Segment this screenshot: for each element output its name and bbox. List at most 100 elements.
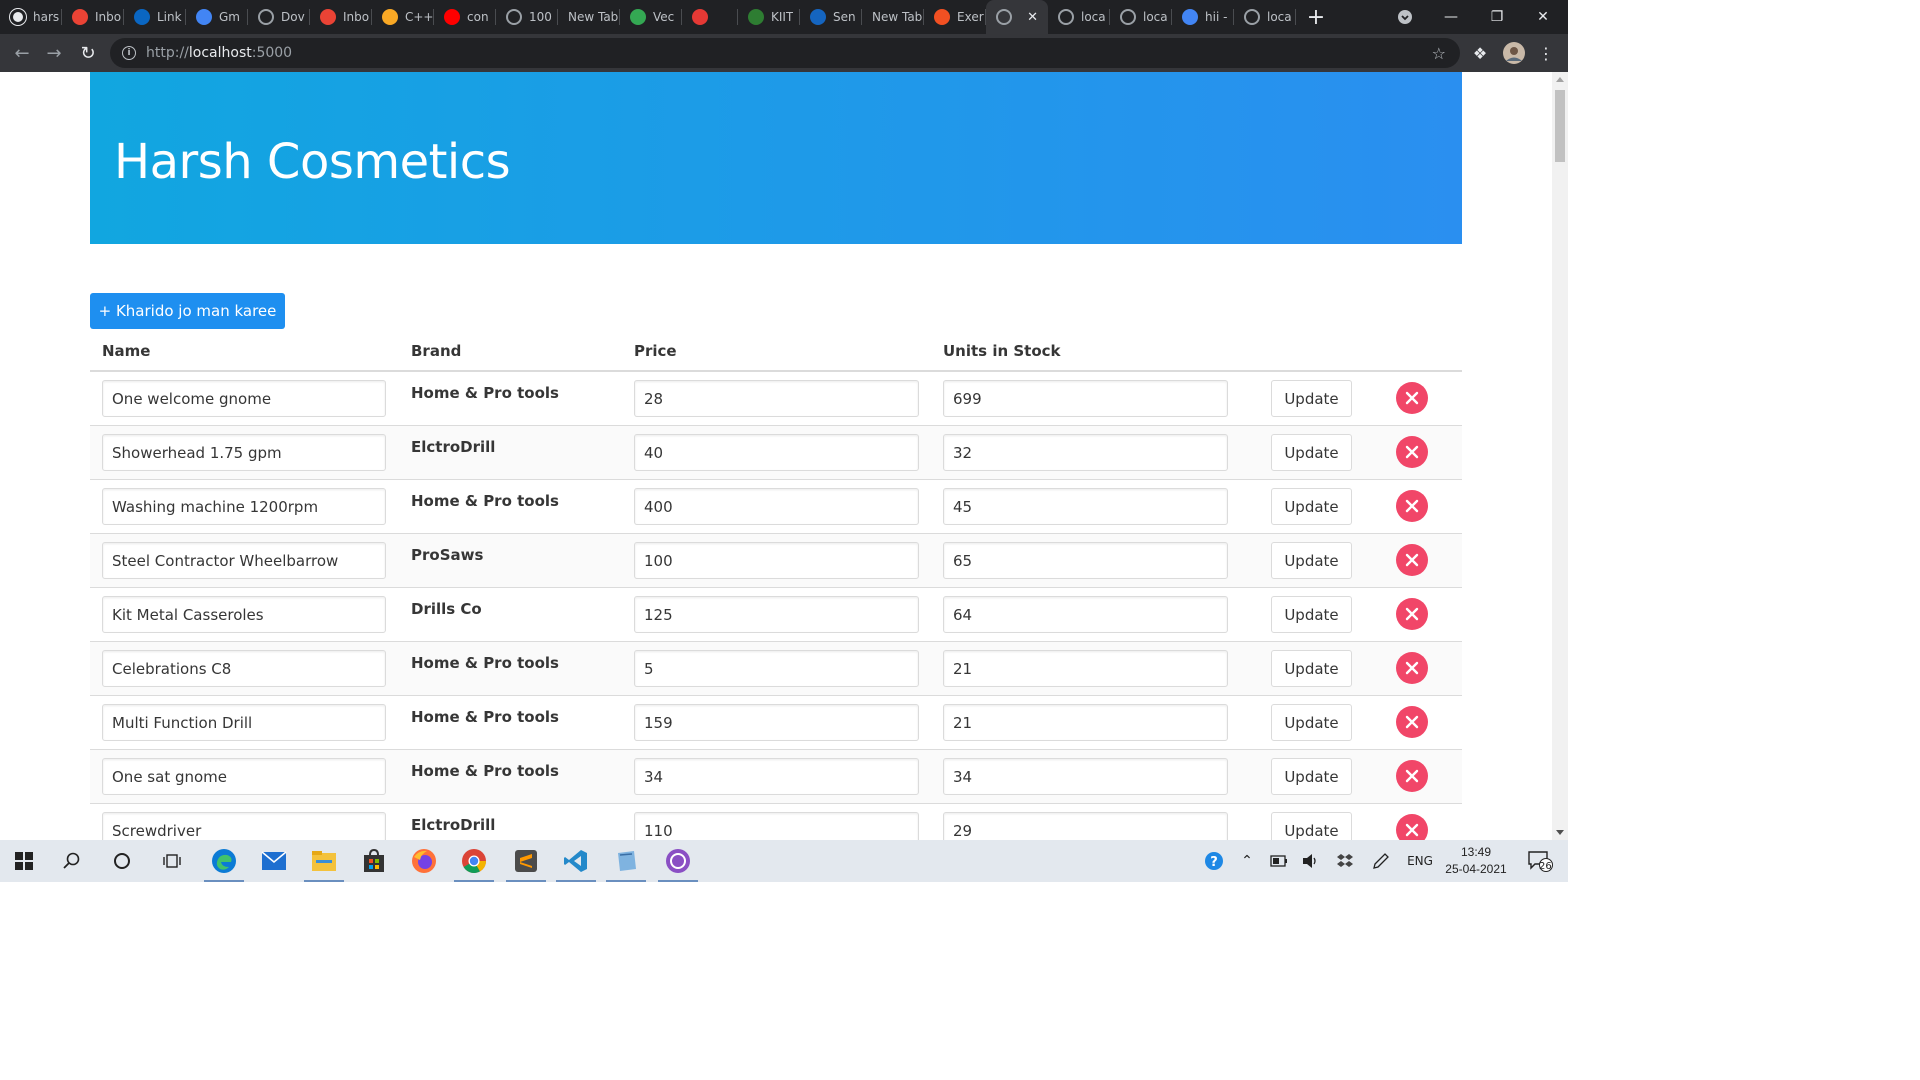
- edge-icon[interactable]: [200, 840, 248, 882]
- update-button[interactable]: Update: [1271, 542, 1352, 579]
- extensions-icon[interactable]: ❖: [1466, 34, 1494, 72]
- browser-tab[interactable]: hars: [0, 0, 62, 34]
- update-button[interactable]: Update: [1271, 812, 1352, 840]
- product-price-input[interactable]: [634, 650, 919, 687]
- site-info-icon[interactable]: i: [122, 46, 136, 60]
- delete-button[interactable]: [1396, 706, 1428, 738]
- product-price-input[interactable]: [634, 596, 919, 633]
- browser-tab[interactable]: New Tab: [862, 0, 924, 34]
- cortana-icon[interactable]: [98, 840, 146, 882]
- product-stock-input[interactable]: [943, 434, 1228, 471]
- dropbox-icon[interactable]: [1332, 840, 1358, 882]
- firefox-icon[interactable]: [400, 840, 448, 882]
- browser-tab[interactable]: KIIT: [738, 0, 800, 34]
- product-stock-input[interactable]: [943, 596, 1228, 633]
- sublime-icon[interactable]: [502, 840, 550, 882]
- browser-tab[interactable]: loca: [1110, 0, 1172, 34]
- product-stock-input[interactable]: [943, 650, 1228, 687]
- minimize-icon[interactable]: —: [1428, 0, 1474, 34]
- browser-menu-icon[interactable]: ⋮: [1532, 34, 1560, 72]
- language-indicator[interactable]: ENG: [1402, 840, 1438, 882]
- browser-tab[interactable]: loca: [1234, 0, 1296, 34]
- vscode-icon[interactable]: [552, 840, 600, 882]
- close-tab-icon[interactable]: ✕: [1027, 10, 1038, 25]
- windows-start-icon[interactable]: [0, 840, 48, 882]
- battery-icon[interactable]: [1266, 840, 1292, 882]
- system-clock[interactable]: 13:49 25-04-2021: [1440, 844, 1512, 878]
- scrollbar-thumb[interactable]: [1555, 90, 1565, 162]
- browser-tab[interactable]: Inbo: [310, 0, 372, 34]
- profile-avatar[interactable]: [1500, 34, 1528, 72]
- browser-tab[interactable]: 100: [496, 0, 558, 34]
- task-view-icon[interactable]: [148, 840, 196, 882]
- help-tray-icon[interactable]: ?: [1200, 840, 1228, 882]
- scroll-down-icon[interactable]: [1556, 830, 1564, 835]
- browser-tab[interactable]: con: [434, 0, 496, 34]
- mail-icon[interactable]: [250, 840, 298, 882]
- product-stock-input[interactable]: [943, 758, 1228, 795]
- product-price-input[interactable]: [634, 812, 919, 840]
- browser-tab[interactable]: Gm: [186, 0, 248, 34]
- product-price-input[interactable]: [634, 434, 919, 471]
- browser-tab[interactable]: [682, 0, 738, 34]
- notification-center-icon[interactable]: 26: [1520, 840, 1560, 882]
- scroll-up-icon[interactable]: [1556, 77, 1564, 82]
- product-name-input[interactable]: [102, 704, 386, 741]
- browser-tab[interactable]: loca: [1048, 0, 1110, 34]
- update-button[interactable]: Update: [1271, 380, 1352, 417]
- browser-tab[interactable]: Vec: [620, 0, 682, 34]
- close-window-icon[interactable]: ✕: [1520, 0, 1566, 34]
- browser-tab[interactable]: New Tab: [558, 0, 620, 34]
- product-price-input[interactable]: [634, 542, 919, 579]
- product-name-input[interactable]: [102, 488, 386, 525]
- product-stock-input[interactable]: [943, 542, 1228, 579]
- product-price-input[interactable]: [634, 758, 919, 795]
- volume-icon[interactable]: [1298, 840, 1324, 882]
- page-scrollbar[interactable]: [1552, 72, 1568, 840]
- store-icon[interactable]: [350, 840, 398, 882]
- product-name-input[interactable]: [102, 596, 386, 633]
- browser-tab[interactable]: ✕: [986, 0, 1048, 34]
- product-price-input[interactable]: [634, 488, 919, 525]
- update-button[interactable]: Update: [1271, 704, 1352, 741]
- update-button[interactable]: Update: [1271, 488, 1352, 525]
- github-desktop-icon[interactable]: [654, 840, 702, 882]
- delete-button[interactable]: [1396, 490, 1428, 522]
- product-stock-input[interactable]: [943, 704, 1228, 741]
- show-hidden-icons-icon[interactable]: ⌃: [1236, 840, 1258, 882]
- product-name-input[interactable]: [102, 812, 386, 840]
- back-icon[interactable]: ←: [6, 37, 38, 69]
- pen-workspace-icon[interactable]: [1368, 840, 1394, 882]
- new-tab-icon[interactable]: +: [1296, 0, 1336, 34]
- delete-button[interactable]: [1396, 382, 1428, 414]
- product-price-input[interactable]: [634, 704, 919, 741]
- browser-tab[interactable]: C++: [372, 0, 434, 34]
- forward-icon[interactable]: →: [38, 37, 70, 69]
- reload-icon[interactable]: ↻: [72, 37, 104, 69]
- browser-tab[interactable]: Inbo: [62, 0, 124, 34]
- product-name-input[interactable]: [102, 380, 386, 417]
- browser-tab[interactable]: hii -: [1172, 0, 1234, 34]
- file-explorer-icon[interactable]: [300, 840, 348, 882]
- add-product-button[interactable]: + Kharido jo man karee: [90, 293, 285, 329]
- product-stock-input[interactable]: [943, 488, 1228, 525]
- delete-button[interactable]: [1396, 652, 1428, 684]
- product-stock-input[interactable]: [943, 812, 1228, 840]
- bookmark-star-icon[interactable]: ☆: [1432, 44, 1446, 63]
- browser-tab[interactable]: Exer: [924, 0, 986, 34]
- delete-button[interactable]: [1396, 544, 1428, 576]
- delete-button[interactable]: [1396, 598, 1428, 630]
- product-name-input[interactable]: [102, 542, 386, 579]
- update-button[interactable]: Update: [1271, 434, 1352, 471]
- browser-tab[interactable]: Link: [124, 0, 186, 34]
- product-name-input[interactable]: [102, 650, 386, 687]
- update-button[interactable]: Update: [1271, 758, 1352, 795]
- address-bar[interactable]: i http://localhost:5000 ☆: [110, 38, 1460, 68]
- delete-button[interactable]: [1396, 760, 1428, 792]
- delete-button[interactable]: [1396, 436, 1428, 468]
- search-icon[interactable]: [48, 840, 96, 882]
- notepad-icon[interactable]: [602, 840, 650, 882]
- browser-tab[interactable]: Sen: [800, 0, 862, 34]
- product-name-input[interactable]: [102, 434, 386, 471]
- update-button[interactable]: Update: [1271, 596, 1352, 633]
